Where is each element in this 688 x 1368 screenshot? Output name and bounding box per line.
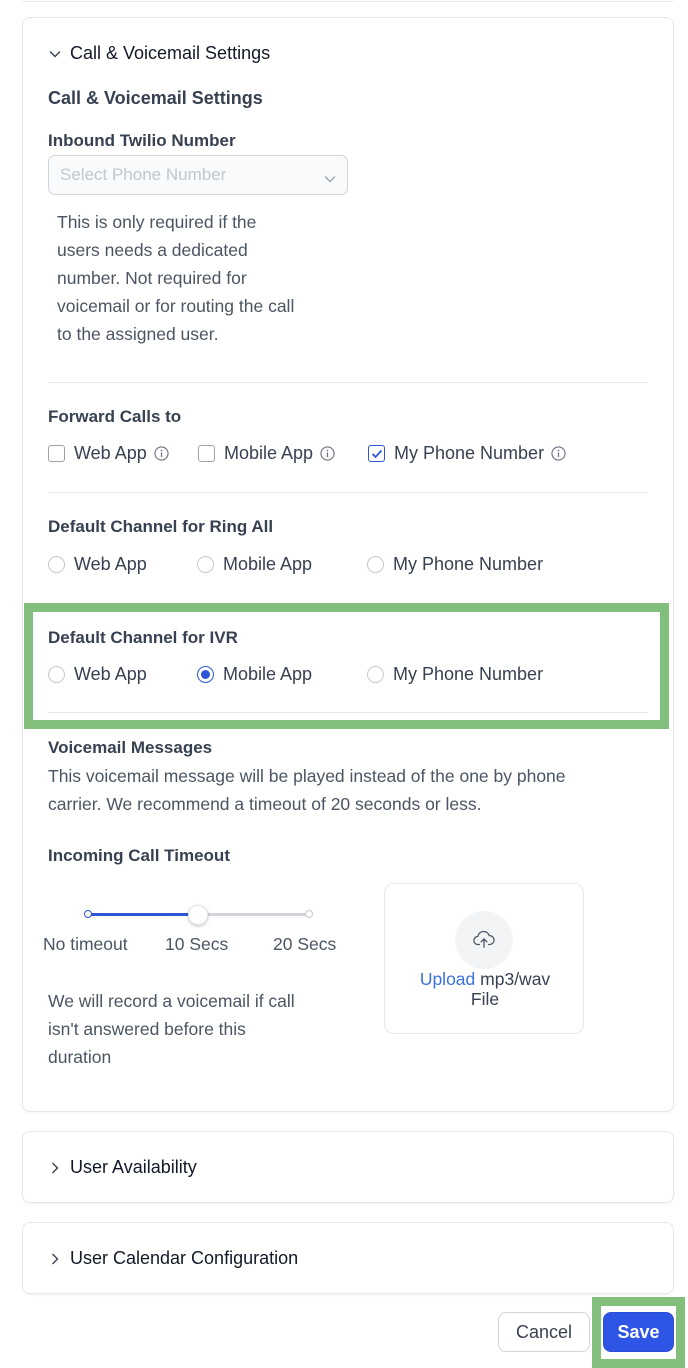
cancel-button[interactable]: Cancel	[498, 1312, 590, 1352]
phone-number-placeholder: Select Phone Number	[60, 165, 227, 184]
upload-format: mp3/wav	[480, 969, 551, 989]
option-label: Mobile App	[223, 554, 313, 574]
timeout-label: Incoming Call Timeout	[48, 846, 230, 865]
option-label: Web App	[74, 443, 147, 463]
divider	[48, 492, 648, 493]
chevron-right-icon	[48, 1161, 62, 1175]
forward-web-app-option[interactable]: Web App	[48, 443, 169, 464]
ring-all-label: Default Channel for Ring All	[48, 517, 274, 536]
section-title: Call & Voicemail Settings	[48, 88, 263, 108]
option-label: Web App	[74, 554, 147, 574]
save-highlight-frame	[592, 1297, 685, 1368]
info-icon[interactable]	[154, 446, 169, 461]
ring-all-phone-number-radio[interactable]	[367, 556, 384, 573]
timeout-help: We will record a voicemail if call isn't…	[48, 991, 295, 1067]
info-icon[interactable]	[551, 446, 566, 461]
timeout-slider-fill	[88, 913, 198, 916]
forward-web-app-checkbox[interactable]	[48, 445, 65, 462]
upload-text: Upload mp3/wav File	[385, 969, 585, 1009]
accordion-title: Call & Voicemail Settings	[70, 43, 271, 63]
voicemail-description: This voicemail message will be played in…	[48, 766, 566, 814]
option-label: Mobile App	[224, 443, 314, 463]
ring-all-web-app-option[interactable]: Web App	[48, 554, 147, 575]
ring-all-web-app-radio[interactable]	[48, 556, 65, 573]
timeout-tick-end	[305, 910, 313, 918]
forward-mobile-app-checkbox[interactable]	[198, 445, 215, 462]
inbound-number-label: Inbound Twilio Number	[48, 131, 236, 150]
timeout-tick-start	[84, 910, 92, 918]
ring-all-mobile-app-option[interactable]: Mobile App	[197, 554, 312, 575]
timeout-stop-label[interactable]: 20 Secs	[273, 934, 336, 955]
accordion-title: User Availability	[70, 1157, 197, 1177]
ring-all-phone-number-option[interactable]: My Phone Number	[367, 554, 543, 575]
chevron-right-icon	[48, 1252, 62, 1266]
forward-calls-label: Forward Calls to	[48, 407, 182, 426]
forward-phone-number-checkbox[interactable]	[368, 445, 385, 462]
cloud-upload-icon	[455, 911, 513, 969]
upload-file-label: File	[470, 989, 500, 1009]
ring-all-mobile-app-radio[interactable]	[197, 556, 214, 573]
user-availability-accordion-header[interactable]: User Availability	[48, 1157, 197, 1178]
forward-mobile-app-option[interactable]: Mobile App	[198, 443, 335, 464]
voicemail-label: Voicemail Messages	[48, 738, 213, 757]
option-label: My Phone Number	[393, 554, 544, 574]
option-label: My Phone Number	[394, 443, 545, 463]
timeout-slider-thumb[interactable]	[188, 905, 208, 925]
forward-phone-number-option[interactable]: My Phone Number	[368, 443, 566, 464]
previous-card-edge	[22, 0, 674, 2]
chevron-down-icon	[324, 168, 336, 188]
call-settings-accordion-header[interactable]: Call & Voicemail Settings	[48, 43, 270, 64]
divider	[48, 382, 648, 383]
chevron-down-icon	[48, 47, 62, 61]
phone-number-select[interactable]: Select Phone Number	[48, 155, 348, 195]
info-icon[interactable]	[320, 446, 335, 461]
calendar-config-accordion-header[interactable]: User Calendar Configuration	[48, 1248, 298, 1269]
inbound-number-help: This is only required if the users needs…	[57, 212, 295, 344]
ivr-highlight-frame	[24, 603, 669, 729]
timeout-stop-label[interactable]: No timeout	[43, 934, 128, 955]
upload-link[interactable]: Upload	[420, 969, 475, 989]
accordion-title: User Calendar Configuration	[70, 1248, 299, 1268]
voicemail-upload-dropzone[interactable]: Upload mp3/wav File	[384, 883, 584, 1034]
timeout-stop-label[interactable]: 10 Secs	[165, 934, 228, 955]
